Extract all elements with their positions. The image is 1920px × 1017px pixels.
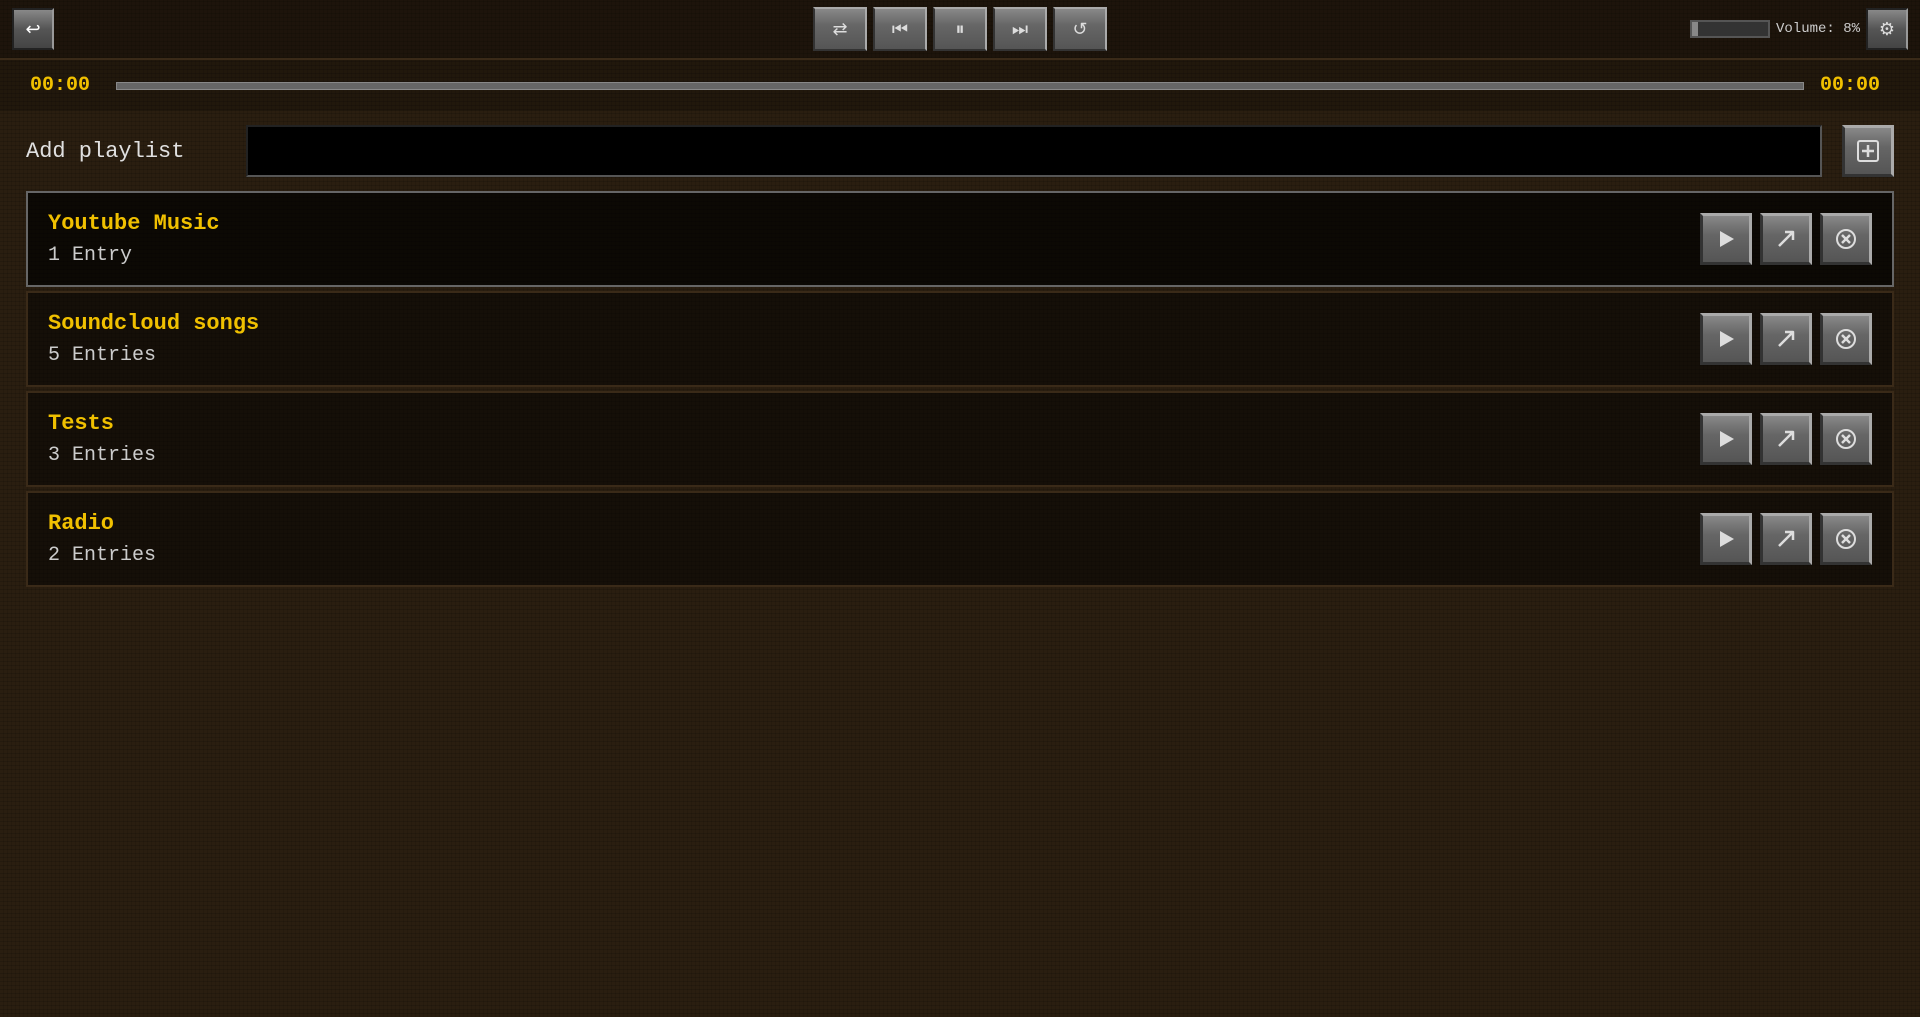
export-playlist-button[interactable] (1760, 313, 1812, 365)
playlist-entries: 1 Entry (48, 244, 1700, 267)
playlist-info: Youtube Music 1 Entry (48, 211, 1700, 267)
export-icon (1775, 428, 1797, 450)
add-icon (1854, 137, 1882, 165)
seek-bar-area: 00:00 00:00 (0, 60, 1920, 111)
transport-controls: ⇄ ⏮ ⏸ ⏭ ↺ (813, 7, 1107, 51)
playlist-actions (1700, 413, 1872, 465)
playlist-name: Youtube Music (48, 211, 1700, 236)
time-total: 00:00 (1820, 74, 1890, 97)
playlist-actions (1700, 313, 1872, 365)
add-playlist-input[interactable] (246, 125, 1822, 177)
add-playlist-row: Add playlist (0, 111, 1920, 191)
playlist-actions (1700, 213, 1872, 265)
play-playlist-button[interactable] (1700, 513, 1752, 565)
close-icon (1835, 328, 1857, 350)
playlist-entries: 3 Entries (48, 444, 1700, 467)
shuffle-icon: ⇄ (832, 19, 847, 40)
play-icon (1715, 528, 1737, 550)
volume-label: Volume: 8% (1776, 21, 1860, 37)
volume-fill (1692, 22, 1698, 36)
next-icon: ⏭ (1012, 19, 1028, 40)
playlist-name: Tests (48, 411, 1700, 436)
time-current: 00:00 (30, 74, 100, 97)
remove-playlist-button[interactable] (1820, 513, 1872, 565)
prev-button[interactable]: ⏮ (873, 7, 927, 51)
export-playlist-button[interactable] (1760, 413, 1812, 465)
playlist-info: Radio 2 Entries (48, 511, 1700, 567)
playlist-info: Soundcloud songs 5 Entries (48, 311, 1700, 367)
export-playlist-button[interactable] (1760, 513, 1812, 565)
export-icon (1775, 228, 1797, 250)
play-icon (1715, 328, 1737, 350)
export-icon (1775, 328, 1797, 350)
pause-icon: ⏸ (956, 19, 965, 40)
play-icon (1715, 228, 1737, 250)
shuffle-button[interactable]: ⇄ (813, 7, 867, 51)
pause-button[interactable]: ⏸ (933, 7, 987, 51)
volume-area: Volume: 8% (1690, 20, 1860, 38)
playlist-info: Tests 3 Entries (48, 411, 1700, 467)
play-playlist-button[interactable] (1700, 213, 1752, 265)
add-playlist-button[interactable] (1842, 125, 1894, 177)
add-playlist-label: Add playlist (26, 139, 226, 164)
playlist-item: Tests 3 Entries (26, 391, 1894, 487)
play-playlist-button[interactable] (1700, 313, 1752, 365)
repeat-button[interactable]: ↺ (1053, 7, 1107, 51)
export-playlist-button[interactable] (1760, 213, 1812, 265)
close-icon (1835, 528, 1857, 550)
remove-playlist-button[interactable] (1820, 213, 1872, 265)
playlist-item: Youtube Music 1 Entry (26, 191, 1894, 287)
play-icon (1715, 428, 1737, 450)
remove-playlist-button[interactable] (1820, 313, 1872, 365)
playlist-name: Soundcloud songs (48, 311, 1700, 336)
volume-bar[interactable] (1690, 20, 1770, 38)
playlist-item: Soundcloud songs 5 Entries (26, 291, 1894, 387)
back-icon: ↩ (25, 19, 40, 40)
playlist-list: Youtube Music 1 Entry (0, 191, 1920, 591)
settings-icon: ⚙ (1879, 19, 1895, 40)
playlist-actions (1700, 513, 1872, 565)
top-bar: ↩ ⇄ ⏮ ⏸ ⏭ ↺ Volume: 8% ⚙ (0, 0, 1920, 60)
export-icon (1775, 528, 1797, 550)
playlist-entries: 2 Entries (48, 544, 1700, 567)
back-button[interactable]: ↩ (12, 8, 54, 50)
play-playlist-button[interactable] (1700, 413, 1752, 465)
playlist-name: Radio (48, 511, 1700, 536)
close-icon (1835, 428, 1857, 450)
close-icon (1835, 228, 1857, 250)
playlist-item: Radio 2 Entries (26, 491, 1894, 587)
seek-track[interactable] (116, 82, 1804, 90)
playlist-entries: 5 Entries (48, 344, 1700, 367)
remove-playlist-button[interactable] (1820, 413, 1872, 465)
repeat-icon: ↺ (1072, 19, 1087, 40)
next-button[interactable]: ⏭ (993, 7, 1047, 51)
prev-icon: ⏮ (892, 19, 908, 40)
settings-button[interactable]: ⚙ (1866, 8, 1908, 50)
